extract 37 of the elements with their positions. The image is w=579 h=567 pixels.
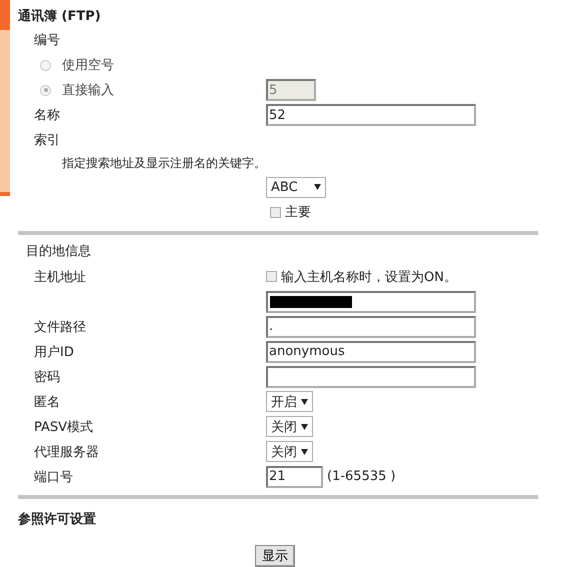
section-title: 通讯簿 (FTP) (18, 8, 102, 26)
field-label: PASV模式 (34, 418, 94, 436)
field-label: 主机地址 (34, 268, 87, 286)
dropdown[interactable]: 关闭 (266, 416, 313, 438)
dropdown[interactable]: ABC (266, 176, 326, 198)
field-label: 索引 (34, 132, 61, 150)
field-label: 代理服务器 (34, 444, 100, 461)
checkbox[interactable] (266, 271, 277, 282)
section-subtitle: 目的地信息 (25, 243, 92, 262)
dropdown[interactable]: 开启 (266, 391, 313, 412)
caret-icon (314, 184, 321, 190)
checkbox-label: 主要 (285, 204, 311, 222)
field-label: 文件路径 (34, 318, 87, 336)
section-title: 参照许可设置 (18, 511, 97, 530)
checkbox[interactable] (270, 206, 281, 218)
field-label: 用户ID (34, 344, 75, 361)
hint-text: 指定搜索地址及显示注册名的关键字。 (61, 155, 267, 172)
caret-icon (301, 424, 308, 430)
port-field[interactable]: 21 (266, 466, 323, 488)
host-field[interactable] (266, 290, 476, 313)
radio-label: 直接输入 (62, 82, 114, 100)
field-label: 名称 (34, 107, 61, 124)
radio-label: 使用空号 (62, 57, 114, 74)
port-range: (1-65535 ) (327, 469, 396, 484)
checkbox-label: 输入主机名称时，设置为ON。 (281, 268, 457, 286)
dropdown[interactable]: 关闭 (266, 441, 313, 462)
input-field[interactable]: anonymous (266, 340, 476, 363)
input-field[interactable] (266, 366, 476, 388)
caret-icon (301, 398, 308, 405)
field-label: 端口号 (34, 468, 74, 486)
field-label: 编号 (34, 32, 61, 50)
field-label: 密码 (34, 368, 61, 386)
show-button[interactable]: 显示 (255, 545, 295, 567)
name-field[interactable]: 52 (266, 104, 476, 126)
caret-icon (301, 448, 308, 455)
field-label: 匿名 (34, 394, 61, 411)
input-field[interactable]: . (266, 316, 476, 338)
